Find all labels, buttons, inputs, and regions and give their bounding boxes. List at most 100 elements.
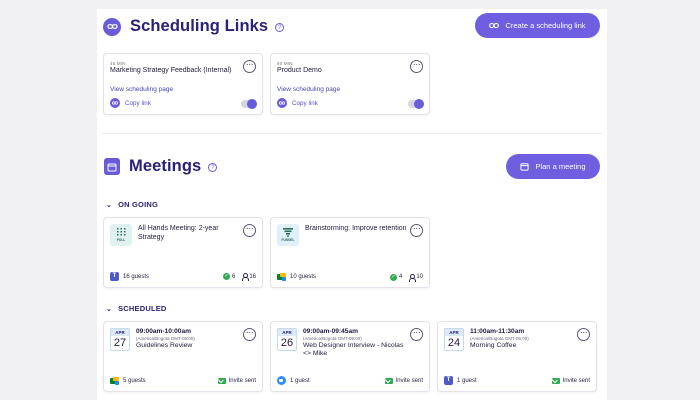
duration-label: 45 MIN: [110, 61, 126, 66]
meetings-title: Meetings: [129, 157, 202, 175]
date-badge: APR 26: [277, 328, 297, 351]
help-icon[interactable]: ?: [208, 163, 218, 172]
scheduling-card[interactable]: 60 MIN Product Demo ··· View scheduling …: [270, 53, 430, 115]
person-icon: [408, 273, 417, 282]
meeting-title: Web Designer Interview - Nicolas <> Mike: [303, 342, 404, 357]
scheduling-card-title: Marketing Strategy Feedback (Internal): [110, 67, 232, 74]
app-label: POLL: [116, 238, 126, 242]
date-month: APR: [111, 329, 129, 336]
teams-icon: T: [110, 272, 119, 281]
more-options-button[interactable]: ···: [243, 60, 256, 73]
create-scheduling-link-label: Create a scheduling link: [505, 21, 586, 30]
funnel-app-icon: FUNNEL: [277, 224, 299, 246]
section-divider: [102, 133, 602, 134]
meeting-footer: T 16 guests ✓ 6 16: [110, 272, 256, 281]
guest-count: 5 guests: [123, 378, 146, 384]
link-icon: [110, 98, 120, 108]
invite-sent-icon: [551, 377, 560, 384]
scheduling-title: Scheduling Links: [130, 17, 269, 35]
date-badge: APR 27: [110, 328, 130, 351]
copy-link-button[interactable]: Copy link: [277, 98, 318, 108]
chevron-down-icon: ⌄: [106, 305, 113, 313]
invite-sent-icon: [217, 378, 226, 384]
meeting-title: All Hands Meeting: 2-year Strategy: [138, 225, 219, 241]
meeting-footer: 10 guests ✓ 4 10: [277, 273, 423, 282]
enable-toggle[interactable]: [408, 99, 424, 109]
link-icon: [103, 17, 121, 36]
guest-count: 1 guest: [457, 377, 477, 384]
meeting-footer: 1 guest Invite sent: [277, 376, 423, 385]
accepted-count: 6: [231, 273, 236, 280]
date-day: 24: [447, 337, 461, 349]
more-options-button[interactable]: ···: [243, 328, 256, 341]
zoom-icon: [277, 376, 286, 385]
total-count: 16: [249, 273, 256, 280]
invite-status: Invite sent: [395, 377, 423, 384]
meeting-time: 09:00am-10:00am: [136, 328, 191, 335]
copy-link-label: Copy link: [125, 99, 151, 107]
scheduling-card[interactable]: 45 MIN Marketing Strategy Feedback (Inte…: [103, 53, 263, 115]
date-badge: APR 24: [444, 328, 464, 351]
copy-link-label: Copy link: [292, 99, 318, 107]
total-count: 10: [416, 274, 423, 280]
teams-icon: T: [444, 376, 453, 385]
ongoing-meeting-card[interactable]: FUNNEL Brainstorming: Improve retention …: [270, 217, 430, 288]
calendar-icon: [104, 158, 120, 175]
date-month: APR: [278, 329, 296, 336]
more-options-button[interactable]: ···: [410, 328, 423, 341]
accepted-count: 4: [398, 274, 403, 280]
ongoing-group-toggle[interactable]: ⌄ ON GOING: [106, 200, 158, 209]
app-label: FUNNEL: [281, 238, 295, 242]
view-scheduling-page-link[interactable]: View scheduling page: [277, 86, 340, 93]
date-day: 27: [113, 337, 127, 349]
more-options-button[interactable]: ···: [410, 224, 423, 237]
chevron-down-icon: ⌄: [106, 201, 113, 209]
scheduling-header: Scheduling Links ?: [103, 17, 285, 36]
meeting-title: Brainstorming: Improve retention: [305, 225, 407, 232]
enable-toggle[interactable]: [241, 99, 257, 109]
check-icon: ✓: [222, 273, 230, 280]
meeting-timezone: (America/Bogota GMT-05:00): [303, 336, 362, 341]
meeting-title: Morning Coffee: [470, 342, 517, 349]
scheduled-meeting-card[interactable]: APR 27 09:00am-10:00am (America/Bogota G…: [103, 321, 263, 392]
date-month: APR: [445, 329, 463, 336]
main-panel: Scheduling Links ? Create a scheduling l…: [97, 9, 607, 400]
google-meet-icon: [277, 273, 286, 281]
guest-count: 16 guests: [123, 273, 150, 280]
scheduling-card-title: Product Demo: [277, 67, 322, 74]
meeting-time: 09:00am-09:45am: [303, 328, 358, 335]
meeting-footer: T 1 guest Invite sent: [444, 376, 590, 385]
invite-sent-icon: [384, 377, 393, 384]
scheduled-label: SCHEDULED: [118, 304, 167, 313]
more-options-button[interactable]: ···: [243, 224, 256, 237]
meeting-timezone: (America/Bogota GMT-05:00): [470, 336, 529, 341]
more-options-button[interactable]: ···: [410, 60, 423, 73]
meeting-footer: 5 guests Invite sent: [110, 377, 256, 385]
invite-status: Invite sent: [228, 378, 256, 384]
calendar-icon: [520, 163, 530, 171]
more-options-button[interactable]: ···: [577, 328, 590, 341]
meeting-time: 11:00am-11:30am: [470, 328, 525, 335]
plan-meeting-button[interactable]: Plan a meeting: [506, 154, 600, 179]
plan-meeting-label: Plan a meeting: [535, 162, 586, 171]
check-icon: ✓: [389, 273, 397, 281]
copy-link-button[interactable]: Copy link: [110, 98, 151, 108]
invite-status: Invite sent: [562, 377, 590, 384]
google-meet-icon: [110, 377, 119, 385]
person-icon: [241, 273, 250, 281]
scheduled-meeting-card[interactable]: APR 24 11:00am-11:30am (America/Bogota G…: [437, 321, 597, 392]
duration-label: 60 MIN: [277, 61, 293, 66]
help-icon[interactable]: ?: [275, 23, 285, 32]
date-day: 26: [280, 337, 294, 349]
view-scheduling-page-link[interactable]: View scheduling page: [110, 86, 173, 93]
ongoing-meeting-card[interactable]: POLL All Hands Meeting: 2-year Strategy …: [103, 217, 263, 288]
meeting-title: Guidelines Review: [136, 342, 193, 349]
create-scheduling-link-button[interactable]: Create a scheduling link: [475, 13, 600, 38]
link-icon: [489, 22, 500, 29]
guest-count: 1 guest: [290, 377, 310, 384]
poll-app-icon: POLL: [110, 224, 132, 246]
ongoing-label: ON GOING: [118, 200, 159, 209]
scheduled-group-toggle[interactable]: ⌄ SCHEDULED: [106, 304, 167, 313]
scheduled-meeting-card[interactable]: APR 26 09:00am-09:45am (America/Bogota G…: [270, 321, 430, 392]
guest-count: 10 guests: [290, 274, 317, 280]
